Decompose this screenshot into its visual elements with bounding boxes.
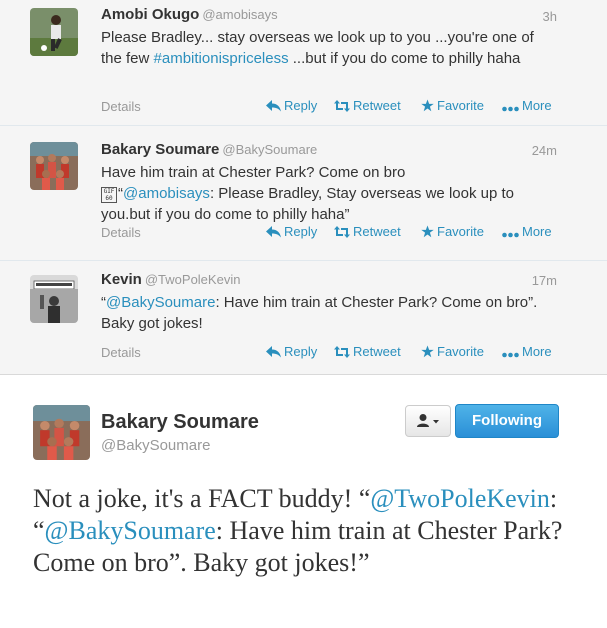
user-actions-dropdown[interactable] (405, 405, 451, 437)
tweet-header: Bakary Soumare @BakySoumare (101, 141, 557, 158)
mention-link[interactable]: @amobisays (123, 185, 210, 202)
gif-emoji-icon: GIF 60 (101, 187, 117, 203)
tweet-header: Kevin @TwoPoleKevin (101, 271, 557, 288)
user-fullname[interactable]: Kevin (101, 271, 142, 288)
more-button[interactable]: More (502, 98, 552, 113)
user-handle[interactable]: @amobisays (202, 7, 277, 22)
reply-button[interactable]: Reply (266, 344, 317, 359)
tweet-text-part: Not a joke, it's a FACT buddy! “ (33, 484, 371, 513)
tweet-text: Please Bradley... stay overseas we look … (101, 27, 541, 69)
avatar[interactable] (30, 8, 78, 56)
expanded-tweet: Bakary Soumare @BakySoumare Following No… (0, 375, 607, 628)
star-icon (421, 345, 434, 358)
tweet-text: Have him train at Chester Park? Come on … (101, 162, 541, 225)
retweet-icon (334, 100, 350, 112)
retweet-icon (334, 346, 350, 358)
tweet-timestamp[interactable]: 3h (543, 9, 557, 24)
reply-label: Reply (284, 98, 318, 113)
tweet-actions: Details Reply Retweet Favorite More (101, 223, 557, 241)
tweet-text-part: ...but if you do come to philly haha (288, 50, 521, 67)
retweet-button[interactable]: Retweet (334, 344, 401, 359)
more-dots-icon (502, 352, 519, 358)
user-handle[interactable]: @TwoPoleKevin (145, 272, 241, 287)
reply-icon (266, 346, 281, 358)
tweet-timestamp[interactable]: 17m (532, 273, 557, 288)
tweet-timestamp[interactable]: 24m (532, 143, 557, 158)
tweet-header: Amobi Okugo @amobisays (101, 6, 557, 23)
user-fullname[interactable]: Bakary Soumare (101, 411, 259, 434)
retweet-label: Retweet (353, 224, 401, 239)
user-fullname[interactable]: Bakary Soumare (101, 141, 219, 158)
retweet-icon (334, 226, 350, 238)
tweet-item[interactable]: Kevin @TwoPoleKevin 17m “@BakySoumare: Ha… (0, 261, 607, 375)
reply-icon (266, 226, 281, 238)
user-fullname[interactable]: Amobi Okugo (101, 6, 199, 23)
favorite-button[interactable]: Favorite (421, 224, 484, 239)
retweet-label: Retweet (353, 98, 401, 113)
favorite-label: Favorite (437, 224, 484, 239)
mention-link[interactable]: @BakySoumare (45, 516, 216, 545)
following-button[interactable]: Following (455, 404, 559, 438)
mention-link[interactable]: @TwoPoleKevin (370, 484, 550, 513)
user-handle[interactable]: @BakySoumare (101, 437, 210, 454)
tweet-actions: Details Reply Retweet Favorite More (101, 343, 557, 361)
more-dots-icon (502, 106, 519, 112)
retweet-button[interactable]: Retweet (334, 224, 401, 239)
tweet-text-part: Have him train at Chester Park? Come on … (101, 164, 406, 181)
reply-label: Reply (284, 344, 318, 359)
favorite-label: Favorite (437, 98, 484, 113)
more-label: More (522, 98, 552, 113)
retweet-label: Retweet (353, 344, 401, 359)
tweet-text: Not a joke, it's a FACT buddy! “@TwoPole… (33, 483, 578, 579)
avatar[interactable] (30, 275, 78, 323)
favorite-button[interactable]: Favorite (421, 98, 484, 113)
more-button[interactable]: More (502, 224, 552, 239)
tweet-actions: Details Reply Retweet Favorite More (101, 97, 557, 115)
reply-button[interactable]: Reply (266, 224, 317, 239)
tweet-item[interactable]: Bakary Soumare @BakySoumare 24m Have him … (0, 126, 607, 261)
details-link[interactable]: Details (101, 99, 141, 114)
more-button[interactable]: More (502, 344, 552, 359)
user-handle[interactable]: @BakySoumare (222, 142, 317, 157)
reply-label: Reply (284, 224, 318, 239)
reply-icon (266, 100, 281, 112)
avatar[interactable] (30, 142, 78, 190)
favorite-button[interactable]: Favorite (421, 344, 484, 359)
star-icon (421, 225, 434, 238)
user-dropdown-icon (417, 414, 439, 427)
retweet-button[interactable]: Retweet (334, 98, 401, 113)
details-link[interactable]: Details (101, 225, 141, 240)
star-icon (421, 99, 434, 112)
mention-link[interactable]: @BakySoumare (106, 294, 215, 311)
more-label: More (522, 224, 552, 239)
more-dots-icon (502, 232, 519, 238)
more-label: More (522, 344, 552, 359)
hashtag-link[interactable]: #ambitionispriceless (154, 50, 289, 67)
tweet-item[interactable]: Amobi Okugo @amobisays 3h Please Bradley.… (0, 0, 607, 126)
avatar[interactable] (33, 405, 90, 460)
tweet-text: “@BakySoumare: Have him train at Chester… (101, 292, 541, 334)
details-link[interactable]: Details (101, 345, 141, 360)
reply-button[interactable]: Reply (266, 98, 317, 113)
favorite-label: Favorite (437, 344, 484, 359)
